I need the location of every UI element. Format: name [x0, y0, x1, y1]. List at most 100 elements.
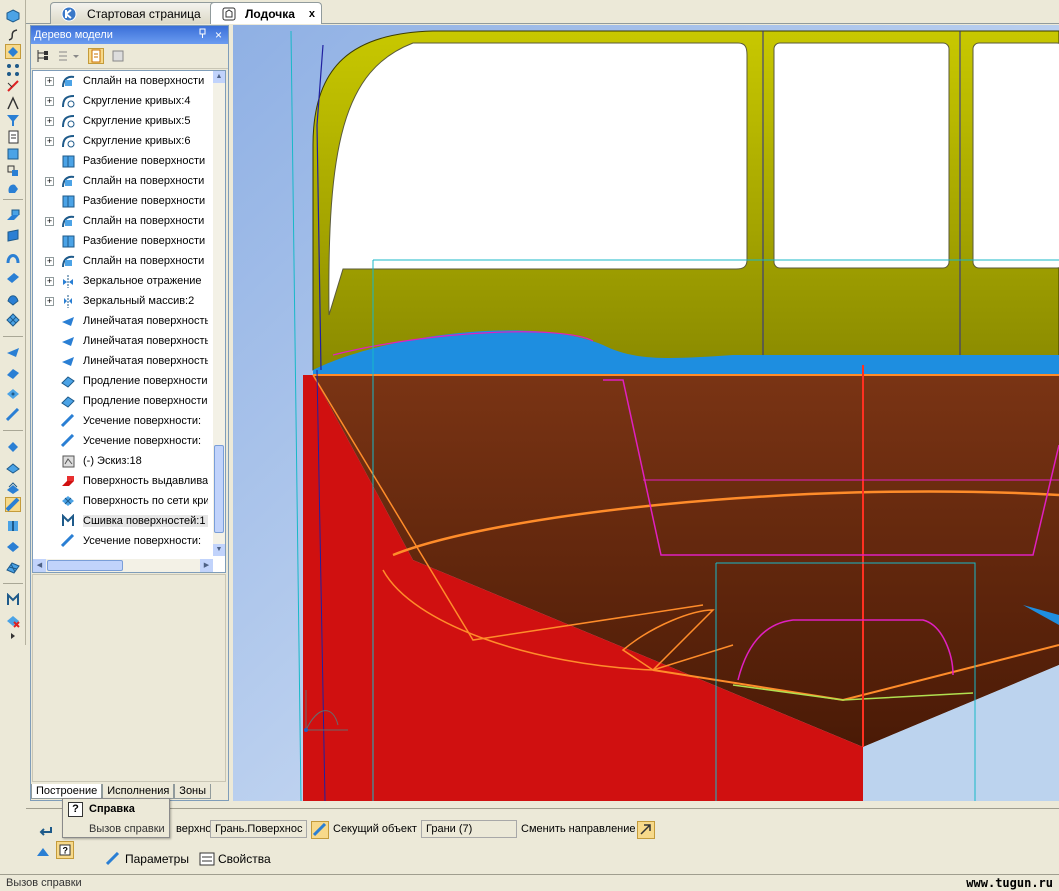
project-icon[interactable] [5, 539, 21, 554]
rotate-surface-icon[interactable] [5, 228, 21, 243]
tooltip-description: Вызов справки [89, 823, 165, 835]
tree-item[interactable]: Линейчатая поверхность [33, 351, 213, 371]
tree-item[interactable]: Разбиение поверхности [33, 151, 213, 171]
tree-item[interactable]: Разбиение поверхности [33, 231, 213, 251]
sweep-icon[interactable] [5, 249, 21, 264]
tab-properties-label: Свойства [217, 852, 271, 866]
tree-item[interactable]: Продление поверхности [33, 371, 213, 391]
surface-field[interactable]: Грань.Поверхнос [210, 820, 307, 838]
expand-icon[interactable]: + [45, 136, 54, 146]
delete-surface-icon[interactable] [5, 613, 21, 628]
tree-item[interactable]: + Сплайн на поверхности [33, 211, 213, 231]
points-icon[interactable] [5, 62, 21, 77]
shell-icon[interactable] [5, 459, 21, 474]
expand-icon[interactable]: + [45, 296, 54, 306]
tab-parameters[interactable]: Параметры [104, 849, 191, 869]
scroll-right-arrow-icon[interactable]: ▶ [200, 559, 213, 572]
tree-item[interactable]: Поверхность по сети кривых [33, 491, 213, 511]
tree-item-label: Сплайн на поверхности [83, 175, 205, 187]
angle-icon[interactable] [5, 95, 21, 110]
tree-item[interactable]: + Сплайн на поверхности [33, 251, 213, 271]
hand-icon[interactable] [5, 180, 21, 195]
stitch-icon[interactable] [5, 592, 21, 607]
loft-icon[interactable] [5, 270, 21, 285]
create-object-icon[interactable] [34, 841, 52, 859]
tab-start-page[interactable]: Стартовая страница [50, 2, 232, 24]
tab-construction[interactable]: Построение [31, 784, 103, 799]
expand-icon[interactable]: + [45, 116, 54, 126]
tab-close-icon[interactable]: x [309, 8, 315, 20]
extend-surface-icon [60, 373, 76, 389]
document-icon[interactable] [5, 129, 21, 144]
close-panel-icon[interactable]: × [212, 28, 225, 42]
expand-icon[interactable]: + [45, 176, 54, 186]
surface-mode-icon[interactable] [5, 44, 21, 59]
filter-icon[interactable] [5, 112, 21, 127]
tree-item[interactable]: Разбиение поверхности [33, 191, 213, 211]
tree-properties-icon[interactable] [110, 48, 126, 64]
tree-hscroll-thumb[interactable] [47, 560, 123, 571]
tree-item[interactable]: Усечение поверхности: [33, 431, 213, 451]
expand-icon[interactable]: + [45, 256, 54, 266]
tree-item[interactable]: + Скругление кривых:5 [33, 111, 213, 131]
tree-item[interactable]: Линейчатая поверхность [33, 331, 213, 351]
more-arrow-icon[interactable] [5, 632, 21, 640]
tree-horizontal-scrollbar[interactable]: ◀ ▶ [33, 559, 213, 572]
fillet-icon[interactable] [5, 438, 21, 453]
expand-icon[interactable]: + [45, 76, 54, 86]
tree-item[interactable]: Линейчатая поверхность [33, 311, 213, 331]
tree-item[interactable]: (-) Эскиз:18 [33, 451, 213, 471]
curve-icon[interactable] [5, 27, 21, 42]
scroll-left-arrow-icon[interactable]: ◀ [33, 559, 46, 572]
tree-item[interactable]: + Зеркальное отражение [33, 271, 213, 291]
scroll-up-arrow-icon[interactable]: ▲ [213, 71, 225, 83]
tree-item[interactable]: + Сплайн на поверхности [33, 171, 213, 191]
offset-icon[interactable] [5, 480, 21, 495]
tree-item[interactable]: Сшивка поверхностей:1 [33, 511, 213, 531]
tree-item[interactable]: + Зеркальный массив:2 [33, 291, 213, 311]
tree-item[interactable]: Усечение поверхности: [33, 411, 213, 431]
ruled-surface-icon [60, 353, 76, 369]
tree-item[interactable]: + Скругление кривых:4 [33, 91, 213, 111]
tree-item[interactable]: Усечение поверхности: [33, 531, 213, 551]
tab-active-document[interactable]: Лодочка x [210, 2, 322, 24]
grid-surface-icon[interactable] [5, 312, 21, 327]
measure-icon[interactable] [5, 78, 21, 93]
trim-icon[interactable] [5, 407, 21, 422]
expand-icon[interactable]: + [45, 96, 54, 106]
net-icon[interactable] [5, 560, 21, 575]
tree-item[interactable]: Поверхность выдавливания [33, 471, 213, 491]
tab-zones[interactable]: Зоны [174, 784, 212, 799]
back-arrow-icon[interactable] [36, 821, 54, 839]
extend-icon[interactable] [5, 365, 21, 380]
cutter-field[interactable]: Грани (7) [421, 820, 517, 838]
cutter-object-icon[interactable] [311, 821, 329, 839]
extrude-icon[interactable] [5, 207, 21, 222]
3d-viewport[interactable] [233, 25, 1059, 801]
tree-item[interactable]: + Скругление кривых:6 [33, 131, 213, 151]
spline-surface-icon [60, 213, 76, 229]
tab-executions[interactable]: Исполнения [102, 784, 175, 799]
tree-vertical-scrollbar[interactable]: ▲ ▼ [213, 71, 225, 556]
spec-icon[interactable] [5, 163, 21, 178]
trim-surface-active-icon[interactable] [5, 497, 21, 512]
tree-item[interactable]: Продление поверхности [33, 391, 213, 411]
tree-document-icon[interactable] [88, 48, 104, 64]
mesh-icon[interactable] [5, 386, 21, 401]
pin-icon[interactable] [196, 28, 209, 42]
change-direction-icon[interactable] [637, 821, 655, 839]
cube-icon[interactable] [5, 8, 21, 23]
expand-icon[interactable]: + [45, 276, 54, 286]
tab-properties[interactable]: Свойства [197, 849, 273, 869]
tree-view-dropdown-icon[interactable] [56, 48, 82, 64]
split-icon[interactable] [5, 518, 21, 533]
expand-icon[interactable]: + [45, 216, 54, 226]
patch-icon[interactable] [5, 291, 21, 306]
ruled-icon[interactable] [5, 344, 21, 359]
frame-icon[interactable] [5, 146, 21, 161]
help-button[interactable]: ? [56, 841, 74, 859]
tree-item[interactable]: + Сплайн на поверхности [33, 71, 213, 91]
tree-structure-icon[interactable] [34, 48, 50, 64]
tree-vscroll-thumb[interactable] [214, 445, 224, 533]
scroll-down-arrow-icon[interactable]: ▼ [213, 544, 225, 556]
